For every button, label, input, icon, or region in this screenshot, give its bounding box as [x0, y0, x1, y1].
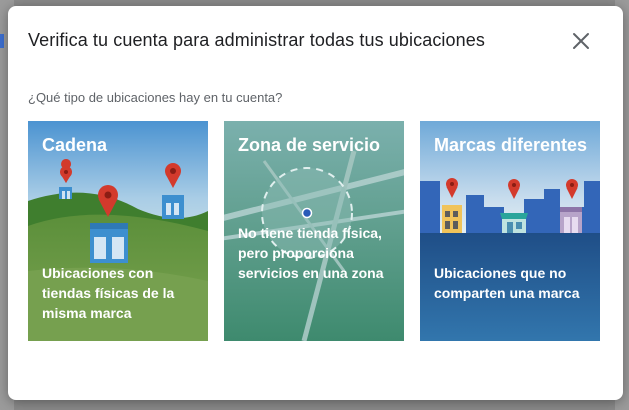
card-description: No tiene tienda física, pero proporciona…	[238, 225, 384, 281]
card-cadena[interactable]: Cadena Ubicaciones con tiendas físicas d…	[28, 121, 208, 341]
card-title: Marcas diferentes	[434, 135, 588, 155]
card-description: Ubicaciones que no comparten una marca	[434, 265, 580, 301]
card-description: Ubicaciones con tiendas físicas de la mi…	[42, 265, 175, 321]
card-title: Cadena	[42, 135, 108, 155]
backdrop-accent	[0, 34, 4, 48]
close-icon	[573, 33, 589, 49]
dialog-title: Verifica tu cuenta para administrar toda…	[28, 30, 485, 50]
close-button[interactable]	[570, 30, 592, 52]
card-marcas-diferentes[interactable]: Marcas diferentes Ubicaciones que no com…	[420, 121, 600, 341]
verify-account-dialog: Verifica tu cuenta para administrar toda…	[8, 6, 623, 400]
card-title: Zona de servicio	[238, 135, 381, 155]
location-type-question: ¿Qué tipo de ubicaciones hay en tu cuent…	[28, 90, 283, 105]
card-zona-de-servicio[interactable]: Zona de servicio No tiene tienda física,…	[224, 121, 404, 341]
